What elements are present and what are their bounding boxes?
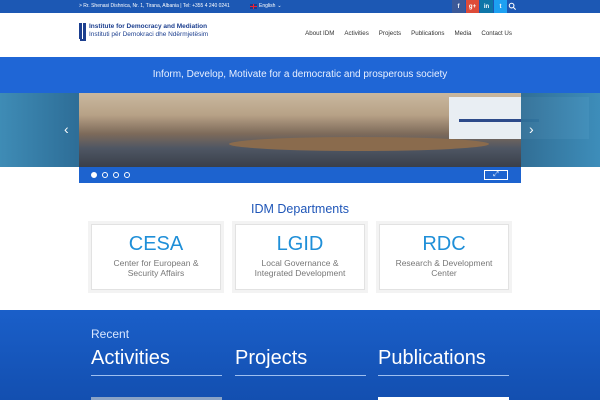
department-name: Local Governance & Integrated Developmen…: [254, 258, 346, 278]
slider-controls: ⤢: [79, 167, 521, 183]
nav-item-media[interactable]: Media: [455, 30, 472, 37]
department-code: CESA: [128, 233, 184, 255]
next-arrow-icon[interactable]: ›: [529, 121, 534, 137]
recent-section: Recent Activities Projects Publications: [0, 310, 600, 400]
recent-activities-heading[interactable]: Activities: [91, 347, 222, 376]
department-code: RDC: [422, 233, 466, 255]
site-header: Institute for Democracy and Mediation In…: [0, 13, 600, 57]
contact-address: > Rr. Shenasi Dishnica, Nr. 1, Tirana, A…: [79, 3, 230, 9]
site-logo[interactable]: Institute for Democracy and Mediation In…: [79, 23, 208, 41]
department-code: LGID: [276, 233, 324, 255]
twitter-icon[interactable]: t: [494, 0, 507, 13]
search-icon[interactable]: [508, 2, 517, 11]
social-links: f g+ in t: [452, 0, 507, 13]
department-card-lgid[interactable]: LGID Local Governance & Integrated Devel…: [235, 224, 365, 290]
recent-publications-heading[interactable]: Publications: [378, 347, 509, 376]
nav-item-about[interactable]: About IDM: [305, 30, 334, 37]
chevron-down-icon: ⌄: [277, 3, 282, 9]
nav-item-publications[interactable]: Publications: [411, 30, 444, 37]
slider-dot[interactable]: [91, 172, 97, 178]
department-card-rdc[interactable]: RDC Research & Development Center: [379, 224, 509, 290]
language-label: English: [259, 3, 276, 9]
recent-projects-heading[interactable]: Projects: [235, 347, 366, 376]
slider-dot[interactable]: [102, 172, 108, 178]
top-bar: > Rr. Shenasi Dishnica, Nr. 1, Tirana, A…: [0, 0, 600, 13]
slide-photo: [79, 93, 589, 167]
conference-table: [229, 137, 489, 151]
tagline-banner: Inform, Develop, Motivate for a democrat…: [0, 57, 600, 93]
department-card-cesa[interactable]: CESA Center for European & Security Affa…: [91, 224, 221, 290]
department-name: Research & Development Center: [395, 258, 493, 278]
main-nav: About IDM Activities Projects Publicatio…: [305, 30, 512, 37]
nav-item-contact[interactable]: Contact Us: [481, 30, 512, 37]
recent-label: Recent: [91, 327, 130, 341]
logo-subtitle: Instituti për Demokraci dhe Ndërmjetësim: [89, 31, 209, 38]
expand-icon: ⤢: [493, 171, 499, 178]
prev-arrow-icon[interactable]: ‹: [64, 121, 69, 137]
facebook-icon[interactable]: f: [452, 0, 465, 13]
department-name: Center for European & Security Affairs: [113, 258, 199, 278]
language-selector[interactable]: English ⌄: [250, 3, 282, 9]
linkedin-icon[interactable]: in: [480, 0, 493, 13]
slider-pagination: [91, 172, 130, 178]
uk-flag-icon: [250, 3, 257, 9]
nav-item-activities[interactable]: Activities: [344, 30, 368, 37]
slider-dot[interactable]: [124, 172, 130, 178]
departments-heading: IDM Departments: [251, 202, 349, 216]
image-slider: ‹ ›: [0, 93, 600, 167]
idm-logo-icon: [79, 23, 86, 41]
nav-item-projects[interactable]: Projects: [379, 30, 401, 37]
google-plus-icon[interactable]: g+: [466, 0, 479, 13]
tagline-text: Inform, Develop, Motivate for a democrat…: [152, 69, 448, 80]
fullscreen-button[interactable]: ⤢: [484, 170, 508, 180]
slider-dot[interactable]: [113, 172, 119, 178]
logo-title: Institute for Democracy and Mediation: [89, 23, 208, 30]
